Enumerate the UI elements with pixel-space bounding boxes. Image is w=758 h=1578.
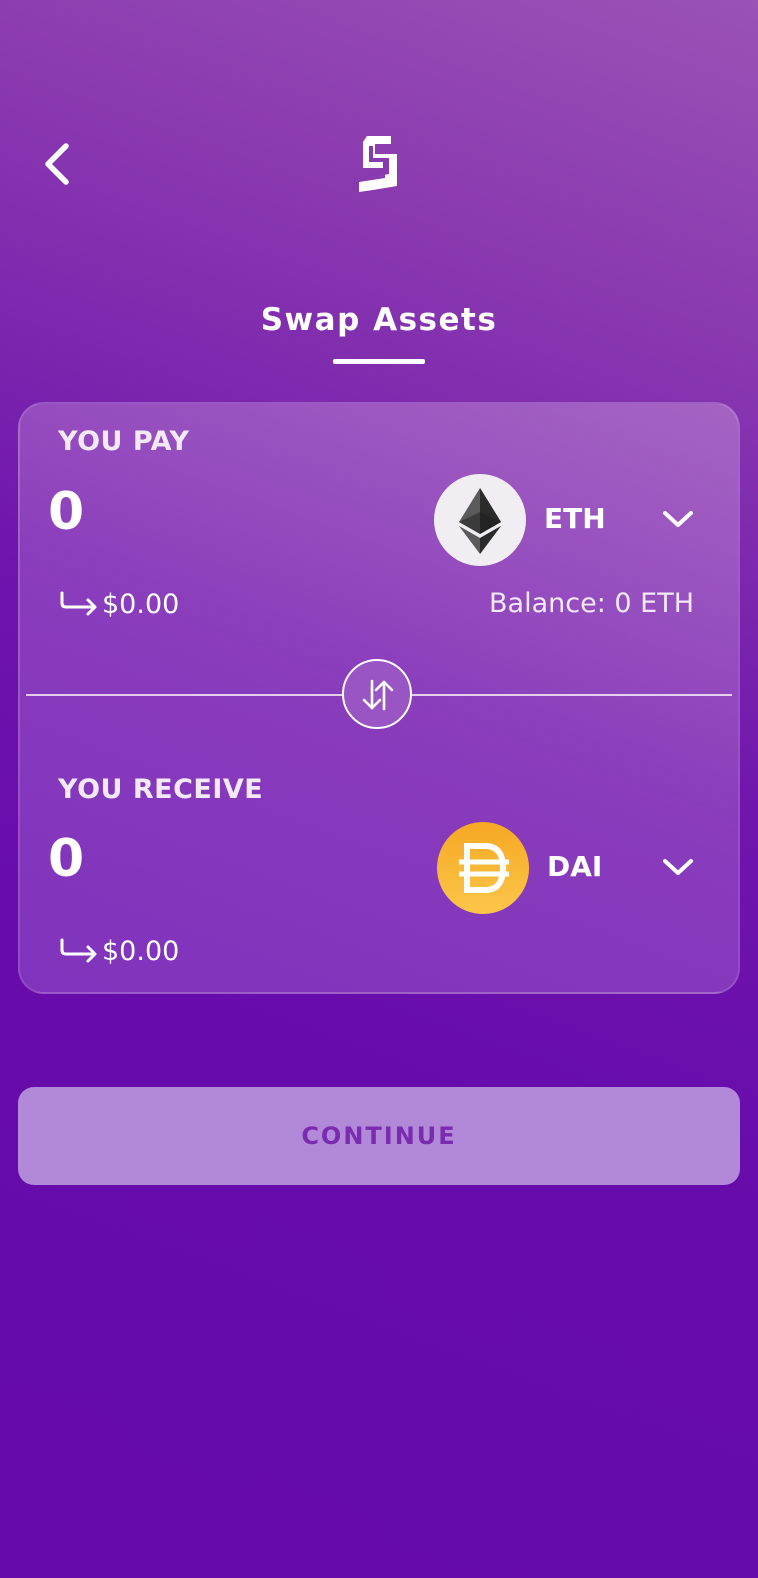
ethereum-icon	[434, 474, 526, 566]
receive-token-symbol: DAI	[547, 850, 603, 883]
receive-usd-row: $0.00	[58, 931, 179, 971]
title-underline	[333, 359, 425, 364]
pay-balance: Balance: 0 ETH	[489, 588, 694, 619]
chevron-down-icon	[663, 859, 693, 875]
header-bar	[0, 0, 758, 240]
receive-amount-input[interactable]	[48, 829, 308, 889]
swap-arrows-icon	[362, 679, 394, 711]
receive-label: YOU RECEIVE	[58, 774, 264, 805]
pay-amount-input[interactable]	[48, 482, 308, 542]
chevron-down-icon	[663, 511, 693, 527]
pay-token-symbol: ETH	[544, 502, 606, 535]
pay-usd-row: $0.00	[58, 584, 179, 624]
back-button[interactable]	[32, 132, 88, 196]
page-title: Swap Assets	[260, 302, 498, 338]
return-arrow-icon	[60, 938, 97, 963]
receive-usd-value: $0.00	[102, 935, 180, 967]
pay-usd-value: $0.00	[102, 588, 180, 620]
pay-label: YOU PAY	[58, 426, 190, 457]
receive-token-select[interactable]: DAI	[437, 822, 713, 918]
app-logo-icon	[349, 130, 409, 198]
return-arrow-icon	[60, 591, 97, 616]
pay-token-select[interactable]: ETH	[434, 474, 710, 570]
chevron-left-icon	[45, 143, 69, 185]
swap-direction-button[interactable]	[342, 659, 412, 729]
continue-button[interactable]: CONTINUE	[18, 1087, 740, 1185]
swap-card: YOU PAY ETH $0.00 Balance: 0 ETH	[18, 402, 740, 994]
dai-icon	[437, 822, 529, 914]
